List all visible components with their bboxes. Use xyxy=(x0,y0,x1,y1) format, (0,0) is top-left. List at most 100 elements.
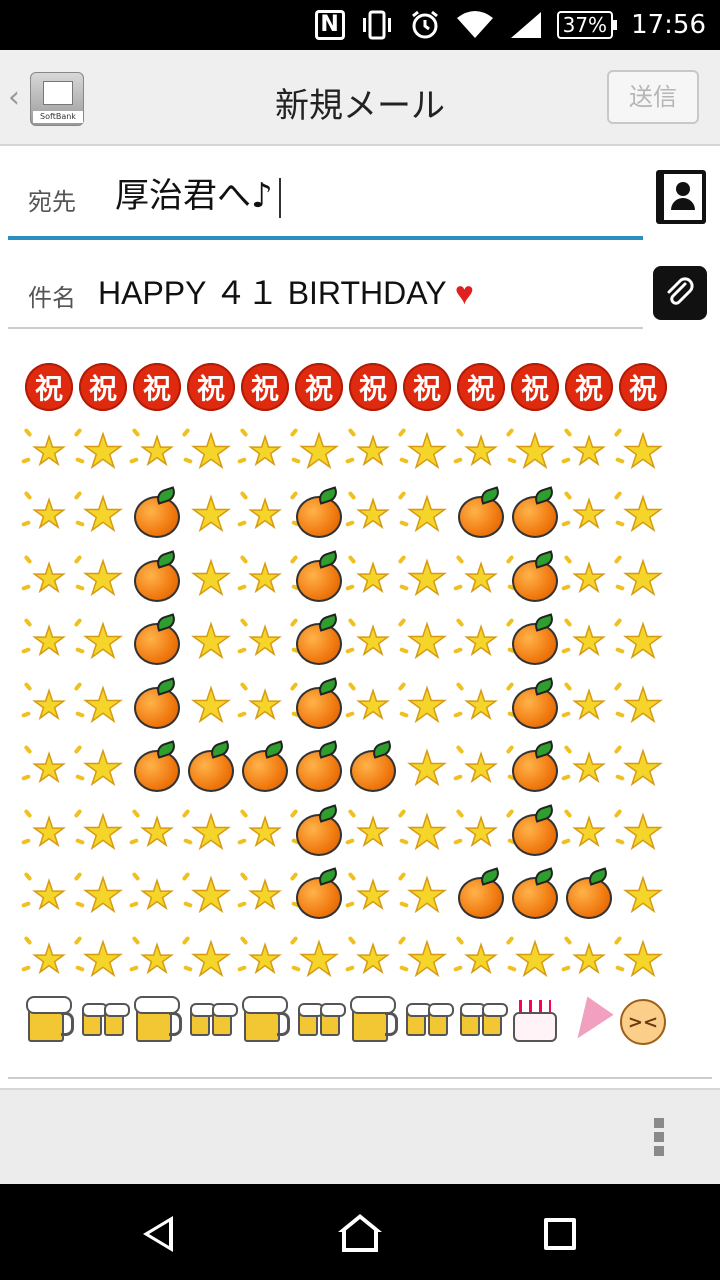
sparkling-star-icon: ★ xyxy=(345,616,409,666)
star-icon: ★ xyxy=(622,678,665,732)
mandarin-orange-icon xyxy=(294,489,344,539)
alarm-icon xyxy=(411,10,438,39)
sparkling-star-icon: ★ xyxy=(237,426,301,476)
iwai-emoji-icon: 祝 xyxy=(240,362,290,412)
mandarin-orange-icon xyxy=(294,870,344,920)
star-icon: ★ xyxy=(514,932,557,986)
emoji-row: ★ ★ ★ ★ ★ ★ ★ ★ xyxy=(21,868,684,924)
sparkling-star-icon: ★ xyxy=(21,553,85,603)
star-icon: ★ xyxy=(82,614,125,668)
emoji-row: >< xyxy=(24,996,684,1051)
emoji-row: ★ ★ ★ ★ ★ ★ ★ ★ ★ ★ ★ ★ xyxy=(21,424,684,480)
mandarin-orange-icon xyxy=(510,743,560,793)
sparkling-star-icon: ★ xyxy=(345,934,409,984)
sparkling-star-icon: ★ xyxy=(237,680,301,730)
to-field[interactable]: 厚治君へ♪ xyxy=(115,168,281,218)
sparkling-star-icon: ★ xyxy=(21,426,85,476)
star-icon: ★ xyxy=(406,487,449,541)
mandarin-orange-icon xyxy=(510,616,560,666)
sparkling-star-icon: ★ xyxy=(561,743,625,793)
back-icon[interactable] xyxy=(143,1216,173,1252)
emoji-row: ★ ★ ★ ★ ★ ★ ★ ★ ★ xyxy=(21,678,684,734)
subject-field[interactable]: HAPPY ４１ BIRTHDAY ♥ xyxy=(98,268,474,314)
mandarin-orange-icon xyxy=(294,553,344,603)
star-icon: ★ xyxy=(82,868,125,922)
sparkling-star-icon: ★ xyxy=(561,489,625,539)
mandarin-orange-icon xyxy=(132,489,182,539)
iwai-emoji-icon: 祝 xyxy=(186,362,236,412)
mandarin-orange-icon xyxy=(564,870,614,920)
emoji-row: 祝祝祝祝祝祝祝祝祝祝祝祝 xyxy=(24,362,684,416)
star-icon: ★ xyxy=(406,932,449,986)
iwai-emoji-icon: 祝 xyxy=(132,362,182,412)
sparkling-star-icon: ★ xyxy=(345,489,409,539)
mandarin-orange-icon xyxy=(294,616,344,666)
star-icon: ★ xyxy=(406,678,449,732)
star-icon: ★ xyxy=(298,932,341,986)
to-label: 宛先 xyxy=(28,188,76,216)
sparkling-star-icon: ★ xyxy=(21,807,85,857)
action-bar: ‹ SoftBank 新規メール 送信 xyxy=(0,50,720,146)
sparkling-star-icon: ★ xyxy=(237,489,301,539)
clinking-beer-mugs-icon xyxy=(456,997,508,1047)
attach-button[interactable] xyxy=(653,266,707,320)
sparkling-star-icon: ★ xyxy=(345,870,409,920)
signal-icon xyxy=(510,12,541,38)
bottom-toolbar xyxy=(0,1088,720,1184)
recents-icon[interactable] xyxy=(544,1218,576,1250)
star-icon: ★ xyxy=(82,424,125,478)
overflow-menu-icon[interactable] xyxy=(654,1118,666,1158)
paperclip-icon xyxy=(667,277,694,305)
sparkling-star-icon: ★ xyxy=(345,680,409,730)
contact-picker-button[interactable] xyxy=(656,170,706,224)
contact-book-icon xyxy=(664,174,702,220)
emoji-row: ★ ★ ★ ★ ★ ★ ★ ★ ★ xyxy=(21,614,684,670)
star-icon: ★ xyxy=(622,551,665,605)
sparkling-star-icon: ★ xyxy=(561,934,625,984)
sparkling-star-icon: ★ xyxy=(453,426,517,476)
battery-indicator: 37% xyxy=(556,11,618,39)
mandarin-orange-icon xyxy=(348,743,398,793)
star-icon: ★ xyxy=(406,424,449,478)
laughing-face-icon: >< xyxy=(618,997,668,1047)
text-cursor xyxy=(278,177,281,218)
iwai-emoji-icon: 祝 xyxy=(402,362,452,412)
star-icon: ★ xyxy=(406,805,449,859)
sparkling-star-icon: ★ xyxy=(345,426,409,476)
star-icon: ★ xyxy=(406,614,449,668)
star-icon: ★ xyxy=(622,805,665,859)
mandarin-orange-icon xyxy=(240,743,290,793)
sparkling-star-icon: ★ xyxy=(237,807,301,857)
sparkling-star-icon: ★ xyxy=(129,426,193,476)
iwai-emoji-icon: 祝 xyxy=(618,362,668,412)
send-button[interactable]: 送信 xyxy=(607,70,699,124)
sparkling-star-icon: ★ xyxy=(237,934,301,984)
mandarin-orange-icon xyxy=(294,807,344,857)
sparkling-star-icon: ★ xyxy=(453,616,517,666)
emoji-row: ★ ★ ★ ★ ★ ★ ★ ★ ★ ★ ★ ★ xyxy=(21,932,684,988)
clinking-beer-mugs-icon xyxy=(402,997,454,1047)
star-icon: ★ xyxy=(406,868,449,922)
heart-icon: ♥ xyxy=(454,275,474,311)
emoji-row: ★ ★ ★ ★ ★ ★ ★ ★ ★ xyxy=(21,551,684,607)
status-bar: N 37% 17:56 xyxy=(0,0,720,50)
wifi-icon xyxy=(456,11,493,38)
emoji-row: ★ ★ ★ ★ ★ ★ ★ ★ ★ ★ xyxy=(21,805,684,861)
body-underline xyxy=(8,1077,712,1079)
sparkling-star-icon: ★ xyxy=(237,870,301,920)
sparkling-star-icon: ★ xyxy=(561,807,625,857)
star-icon: ★ xyxy=(82,487,125,541)
sparkling-star-icon: ★ xyxy=(453,934,517,984)
star-icon: ★ xyxy=(190,487,233,541)
sparkling-star-icon: ★ xyxy=(453,743,517,793)
clinking-beer-mugs-icon xyxy=(186,997,238,1047)
mandarin-orange-icon xyxy=(294,743,344,793)
to-field-underline xyxy=(8,236,643,240)
home-icon[interactable] xyxy=(338,1214,382,1254)
star-icon: ★ xyxy=(298,424,341,478)
subject-field-text: HAPPY ４１ BIRTHDAY xyxy=(98,275,455,311)
emoji-row: ★ ★ ★ ★ ★ ★ xyxy=(21,742,684,797)
sparkling-star-icon: ★ xyxy=(129,807,193,857)
sparkling-star-icon: ★ xyxy=(453,553,517,603)
mandarin-orange-icon xyxy=(186,743,236,793)
